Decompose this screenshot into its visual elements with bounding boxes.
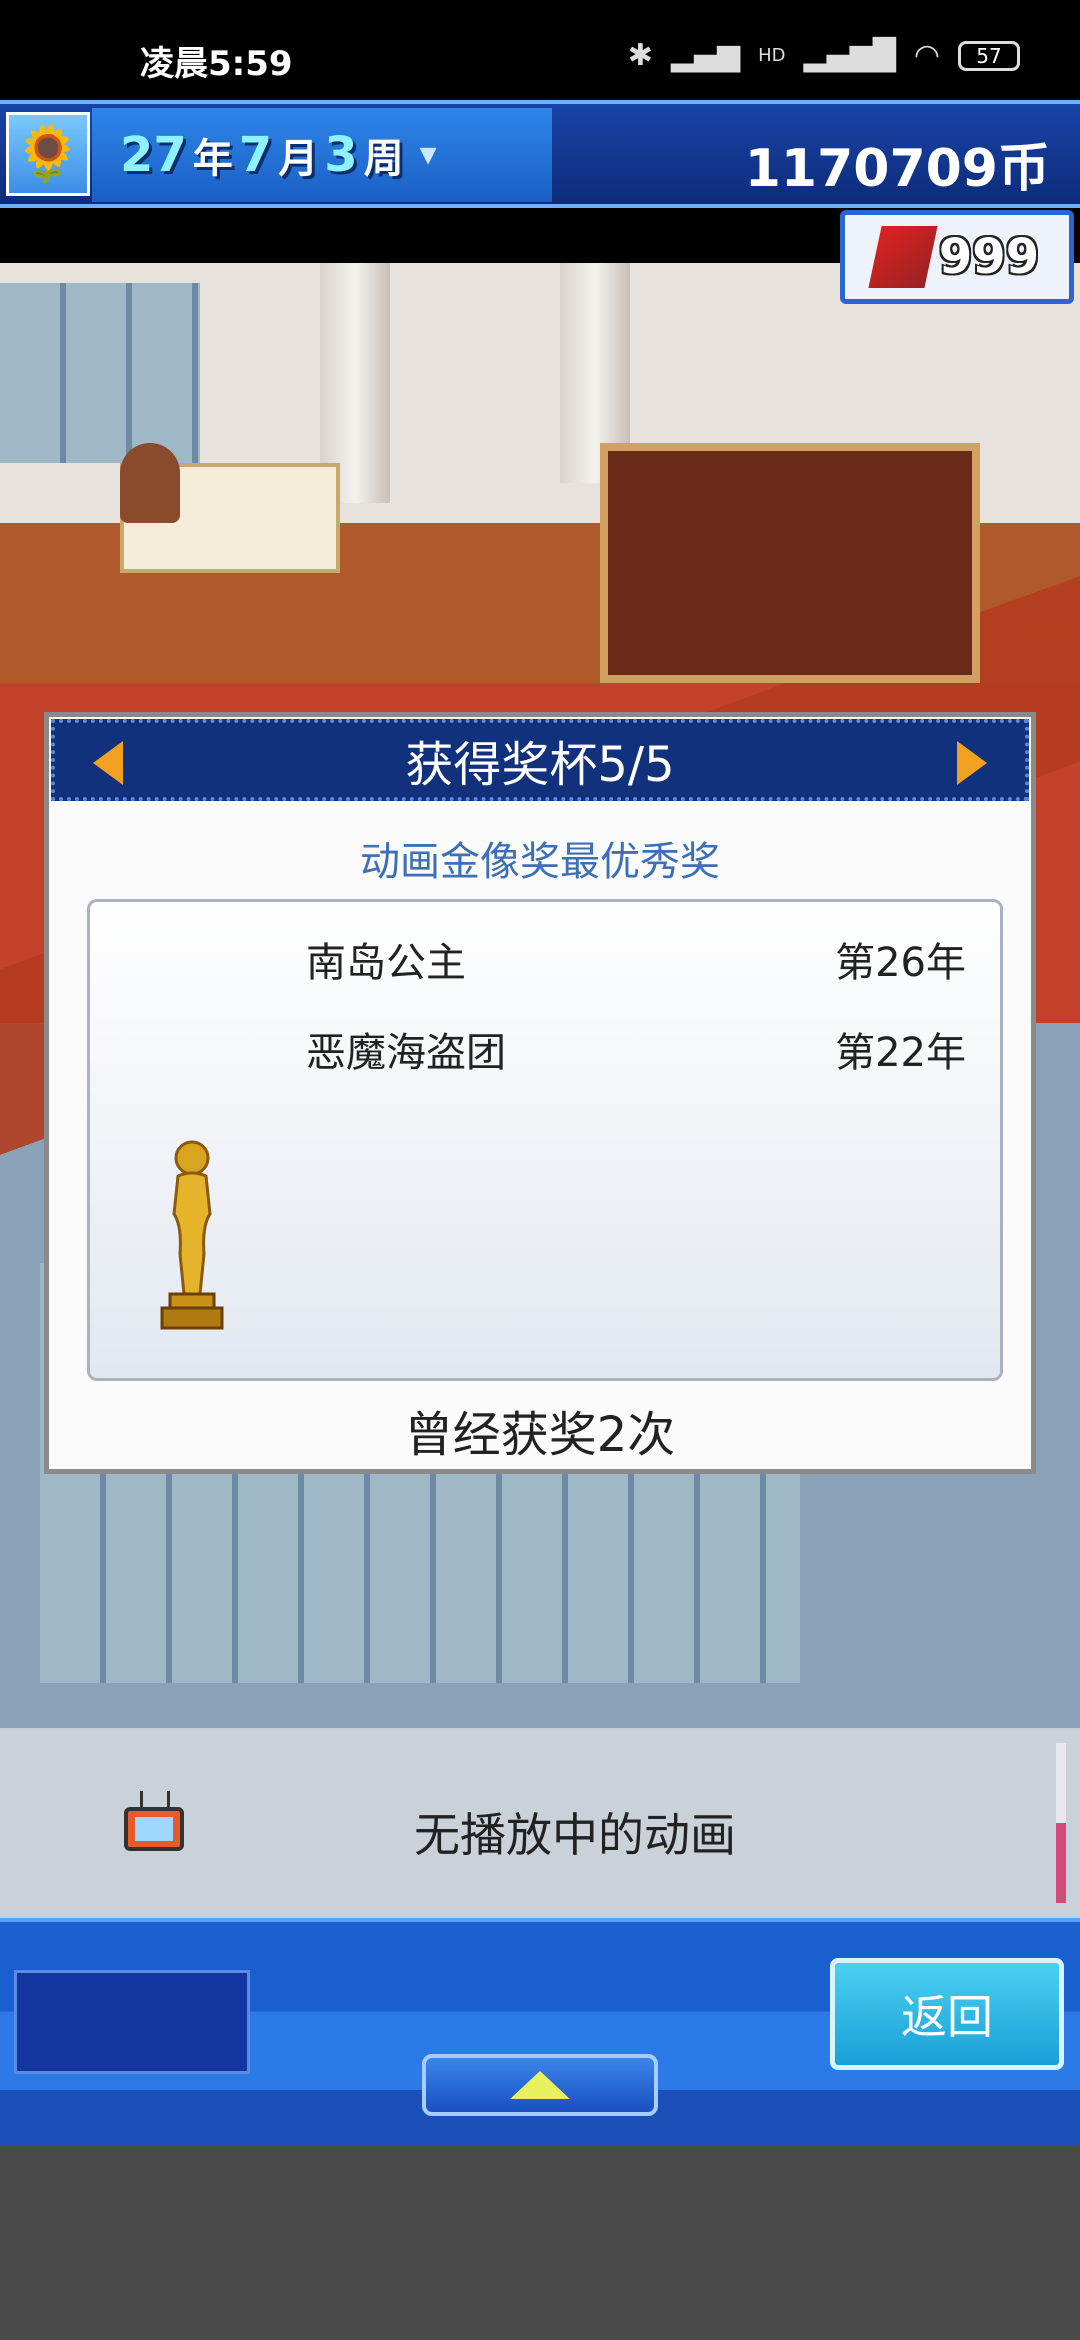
now-airing-strip: 无播放中的动画 — [0, 1728, 1080, 1918]
dialog-title: 获得奖杯5/5 — [405, 737, 675, 793]
ticket-count: 999 — [938, 229, 1040, 285]
month-unit: 月 — [278, 136, 319, 182]
prev-arrow-icon[interactable] — [93, 741, 123, 785]
theater-seats — [600, 443, 980, 683]
bluetooth-icon: ✱ — [627, 38, 653, 73]
times-won: 曾经获奖2次 — [404, 1407, 676, 1463]
battery-icon: 57 — [958, 40, 1020, 71]
chevron-up-icon — [510, 2071, 570, 2099]
date-display[interactable]: 27 年 7 月 3 周 ▼ — [92, 108, 552, 202]
sunflower-icon[interactable]: 🌻 — [6, 112, 90, 196]
bottom-menu-bar: 返回 — [0, 1918, 1080, 2146]
status-time: 凌晨5:59 — [140, 44, 293, 84]
system-nav-area — [0, 2146, 1080, 2340]
year-unit: 年 — [192, 136, 233, 182]
signal-icon: ▂▄▆ — [670, 38, 741, 73]
game-top-bar: 🌻 27 年 7 月 3 周 ▼ 1170709币 — [0, 100, 1080, 208]
week-number: 3 — [324, 127, 358, 183]
now-airing-text: 无播放中的动画 — [414, 1808, 736, 1862]
week-unit: 周 — [363, 136, 404, 182]
month-number: 7 — [238, 127, 273, 183]
status-icons: ✱ ▂▄▆ HD ▂▄▆█ ◠ 57 — [628, 38, 1020, 73]
winner-title: 恶魔海盗团 — [306, 1030, 506, 1076]
trophy-icon — [160, 1140, 224, 1330]
network-label: HD — [758, 45, 786, 66]
winners-panel: 南岛公主 第26年 恶魔海盗团 第22年 — [87, 899, 1003, 1381]
dialog-header: 获得奖杯5/5 — [51, 719, 1029, 801]
winner-title: 南岛公主 — [306, 940, 466, 986]
award-name: 动画金像奖最优秀奖 — [360, 839, 720, 885]
winner-year: 第22年 — [835, 1030, 966, 1076]
back-button[interactable]: 返回 — [830, 1958, 1064, 2070]
awards-dialog: 获得奖杯5/5 动画金像奖最优秀奖 南岛公主 第26年 恶魔海盗团 第22年 曾… — [44, 712, 1036, 1474]
winner-year: 第26年 — [835, 940, 966, 986]
ticket-counter[interactable]: 999 — [840, 210, 1074, 304]
wifi-icon: ◠ — [913, 38, 940, 73]
status-bar: 凌晨5:59 ✱ ▂▄▆ HD ▂▄▆█ ◠ 57 — [0, 0, 1080, 100]
window-wall — [0, 283, 200, 463]
menu-slot[interactable] — [14, 1970, 250, 2074]
signal-icon-2: ▂▄▆█ — [803, 38, 896, 73]
chevron-down-icon: ▼ — [419, 142, 437, 168]
money-counter: 1170709币 — [744, 139, 1050, 199]
ticket-icon — [868, 226, 938, 288]
receptionist-character — [120, 443, 180, 523]
scrollbar-thumb[interactable] — [1056, 1823, 1066, 1903]
expand-menu-button[interactable] — [422, 2054, 658, 2116]
next-arrow-icon[interactable] — [957, 741, 987, 785]
year-number: 27 — [120, 127, 187, 183]
